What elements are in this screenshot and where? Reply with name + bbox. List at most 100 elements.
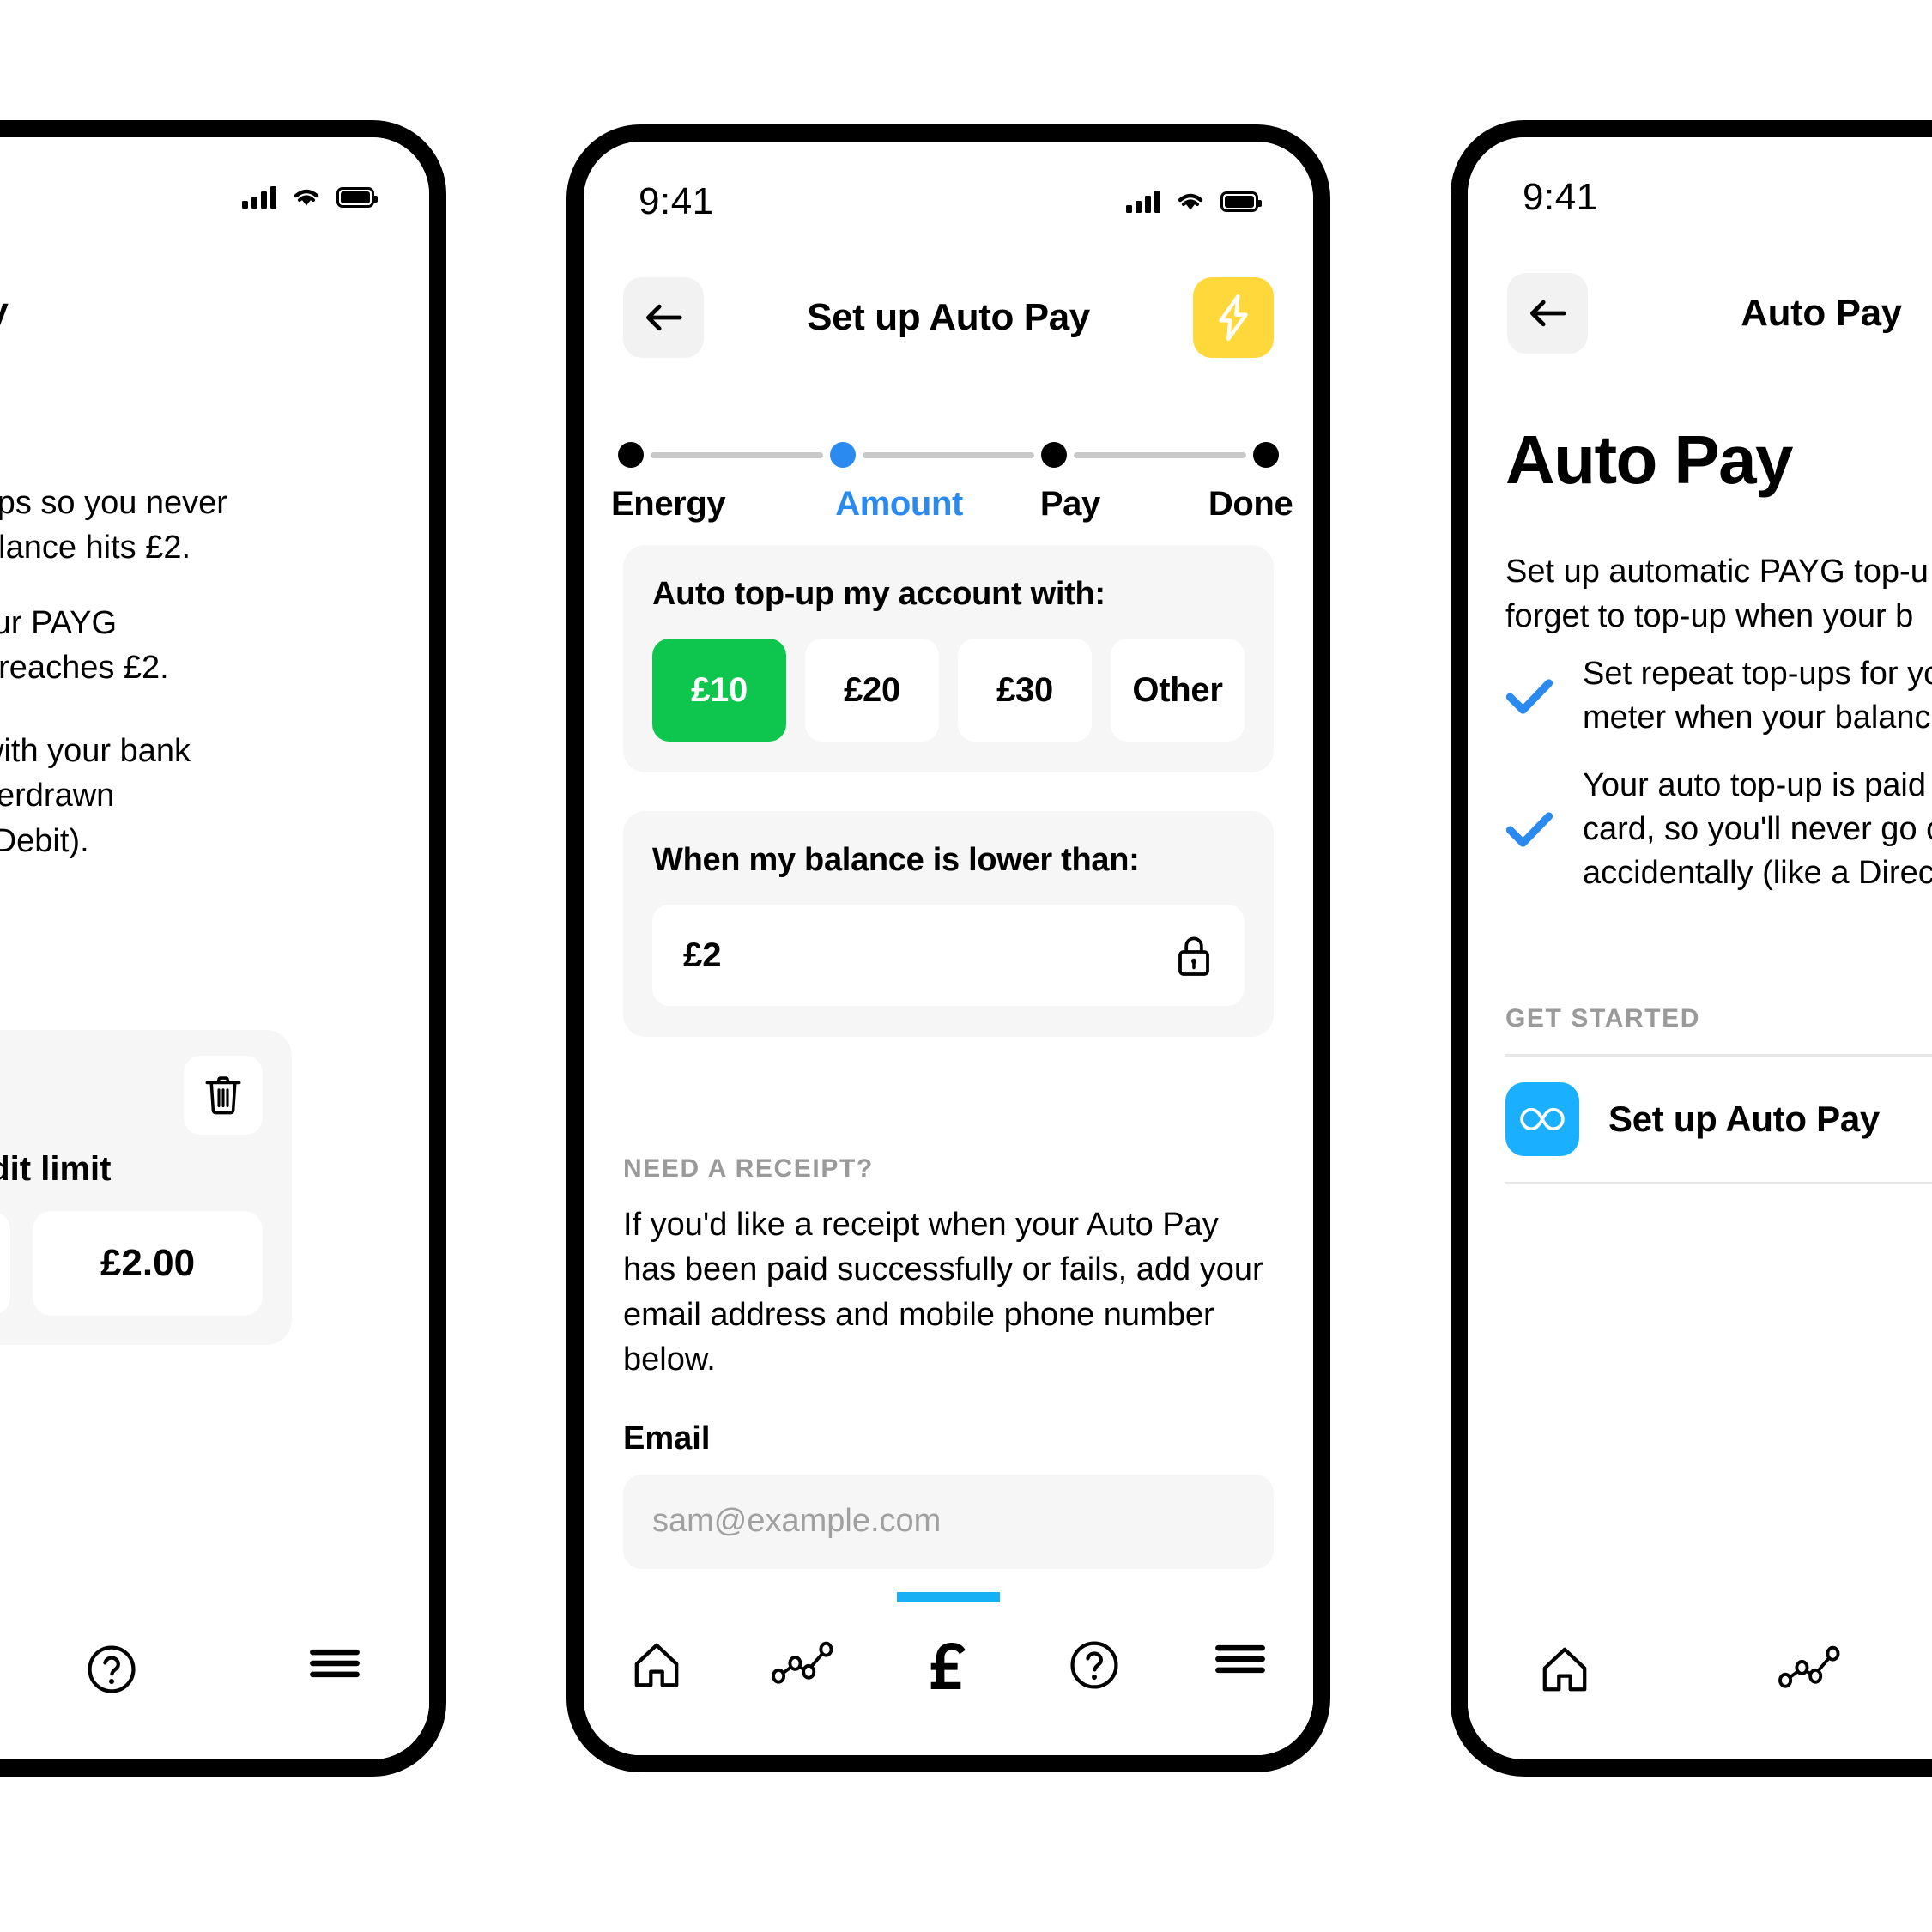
check-icon: [1505, 679, 1553, 714]
delete-credit-limit-button[interactable]: [184, 1056, 263, 1135]
back-button[interactable]: [623, 277, 704, 358]
topup-option-30[interactable]: £30: [958, 639, 1092, 742]
left-body-copy: c PAYG top-ups so you never when your ba…: [0, 481, 249, 571]
tab-pound[interactable]: [897, 1592, 1000, 1697]
wifi-icon: [294, 189, 319, 206]
mid-navbar: Set up Auto Pay: [584, 270, 1313, 365]
topup-option-20[interactable]: £20: [805, 639, 939, 742]
cellular-bars-icon: [1126, 191, 1160, 213]
set-up-auto-pay-row[interactable]: Set up Auto Pay: [1505, 1054, 1932, 1184]
infinity-icon: [1520, 1107, 1565, 1131]
get-started-label: GET STARTED: [1505, 1004, 1701, 1033]
checklist-item: Set repeat top-ups for yo meter when you…: [1505, 652, 1932, 740]
step-line-2: [862, 451, 1035, 458]
step-dot-pay[interactable]: [1041, 442, 1068, 468]
left-tab-bar: [0, 1596, 429, 1759]
left-bullet-line-4: (like a Direct Debit).: [0, 822, 89, 859]
screenshot-canvas: Auto Pay c PAYG top-ups so you never whe…: [0, 0, 1932, 1932]
step-label-amount: Amount: [835, 485, 963, 523]
credit-limit-card: Credit limit £2.00: [0, 1030, 292, 1345]
checklist-item-line-2: accidentally (like a Direct: [1583, 854, 1932, 891]
right-intro: Set up automatic PAYG top-u forget to to…: [1505, 549, 1932, 639]
setup-stepper: Energy Amount Pay Done: [584, 442, 1313, 524]
step-line-1: [651, 451, 823, 458]
checklist-item-line-1: card, so you'll never go ov: [1583, 810, 1932, 847]
mid-tab-bar: [584, 1592, 1313, 1755]
topup-card-title: Auto top-up my account with:: [652, 576, 1105, 612]
right-intro-line-0: Set up automatic PAYG top-u: [1505, 554, 1929, 590]
credit-limit-amounts: £2.00: [0, 1211, 263, 1316]
get-started-section: GET STARTED Set up Auto Pay: [1505, 1004, 1932, 1184]
tab-help[interactable]: [60, 1644, 163, 1694]
tab-active-indicator: [897, 1592, 1000, 1602]
tab-menu[interactable]: [283, 1644, 386, 1682]
credit-limit-amount-hidden[interactable]: [0, 1211, 10, 1316]
phone-left: Auto Pay c PAYG top-ups so you never whe…: [0, 120, 446, 1777]
left-bullet-line-3: ll never go overdrawn: [0, 778, 115, 815]
mid-nav-title: Set up Auto Pay: [807, 296, 1090, 338]
tab-usage[interactable]: [1760, 1644, 1859, 1689]
back-button[interactable]: [1507, 273, 1588, 354]
home-icon: [1543, 1647, 1587, 1692]
right-nav-title: Auto Pay: [1741, 292, 1902, 334]
step-dot-done[interactable]: [1253, 442, 1280, 468]
right-status-bar: 9:41: [1468, 172, 1932, 223]
left-bullet-line-2: o-up is paid with your bank: [0, 732, 191, 769]
threshold-card-title: When my balance is lower than:: [652, 842, 1140, 878]
tab-help[interactable]: [1043, 1640, 1146, 1690]
stepper-labels: Energy Amount Pay Done: [611, 485, 1293, 524]
phone-middle: 9:41 Set up Auto Pay Energy Amount Pay D…: [566, 124, 1330, 1772]
check-icon: [1505, 812, 1553, 847]
tab-home[interactable]: [605, 1640, 708, 1690]
tab-usage[interactable]: [751, 1640, 854, 1685]
right-tab-bar: [1468, 1596, 1932, 1759]
set-up-auto-pay-label: Set up Auto Pay: [1608, 1099, 1880, 1139]
pound-icon: [930, 1643, 966, 1689]
left-copy-line-0: c PAYG top-ups so you never: [0, 485, 227, 521]
left-status-icons: [242, 186, 378, 209]
step-label-energy: Energy: [611, 485, 726, 523]
credit-limit-title: Credit limit: [0, 1150, 112, 1188]
threshold-value-field[interactable]: £2: [652, 905, 1245, 1006]
tab-menu[interactable]: [1189, 1640, 1292, 1678]
mid-status-time: 9:41: [639, 180, 714, 222]
step-label-pay: Pay: [1039, 485, 1100, 523]
battery-icon: [336, 187, 378, 208]
left-bullet-line-1: your balance reaches £2.: [0, 650, 169, 687]
battery-icon: [1220, 191, 1262, 212]
step-dot-amount[interactable]: [829, 442, 856, 468]
tab-home[interactable]: [1516, 1644, 1614, 1694]
left-navbar: Auto Pay: [0, 264, 429, 359]
cellular-bars-icon: [242, 186, 276, 209]
email-input[interactable]: sam@example.com: [623, 1474, 1274, 1569]
right-status-time: 9:41: [1523, 176, 1598, 218]
right-screen: 9:41 Auto Pay Auto Pay Set up automatic …: [1468, 137, 1932, 1759]
phone-right: 9:41 Auto Pay Auto Pay Set up automatic …: [1451, 120, 1932, 1777]
step-label-done: Done: [1208, 485, 1293, 523]
menu-icon: [310, 1649, 360, 1678]
credit-limit-amount[interactable]: £2.00: [33, 1211, 263, 1316]
mid-screen: 9:41 Set up Auto Pay Energy Amount Pay D…: [584, 142, 1313, 1755]
step-line-3: [1074, 451, 1247, 458]
topup-option-other[interactable]: Other: [1111, 639, 1245, 742]
usage-graph-icon: [772, 1641, 833, 1684]
home-icon: [634, 1643, 679, 1687]
usage-graph-icon: [1778, 1645, 1840, 1688]
menu-icon: [1215, 1644, 1265, 1674]
checklist-item: Your auto top-up is paid card, so you'll…: [1505, 764, 1932, 895]
receipt-eyebrow: NEED A RECEIPT?: [623, 1154, 874, 1183]
page-title: Auto Pay: [1505, 421, 1794, 498]
arrow-left-icon: [646, 304, 682, 331]
balance-threshold-card: When my balance is lower than: £2: [623, 811, 1274, 1037]
email-placeholder: sam@example.com: [652, 1503, 942, 1540]
left-screen: Auto Pay c PAYG top-ups so you never whe…: [0, 137, 429, 1759]
topup-option-10[interactable]: £10: [652, 639, 786, 742]
step-dot-energy[interactable]: [618, 442, 644, 468]
question-circle-icon: [88, 1645, 136, 1693]
topup-amount-options: £10 £20 £30 Other: [652, 639, 1245, 742]
checklist-item-line-0: Your auto top-up is paid: [1583, 766, 1927, 803]
right-navbar: Auto Pay: [1468, 266, 1932, 360]
threshold-value: £2: [683, 936, 722, 974]
quick-action-button[interactable]: [1193, 277, 1274, 358]
mid-status-icons: [1126, 191, 1262, 213]
